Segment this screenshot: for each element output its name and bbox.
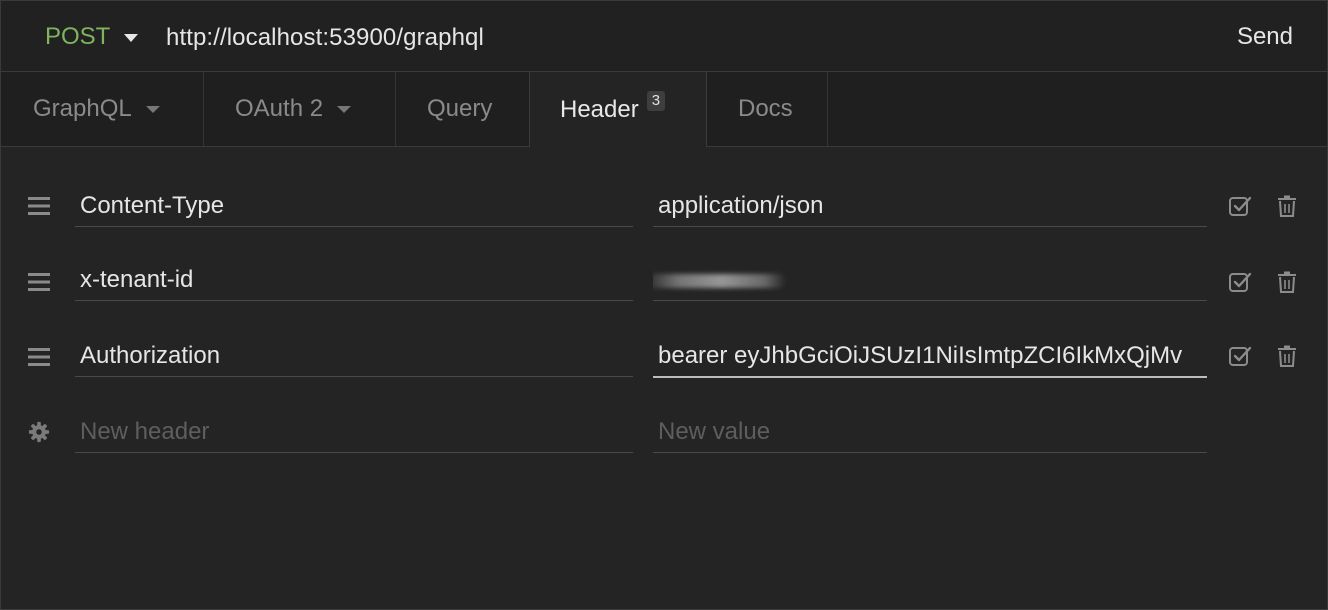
header-value-text: application/json — [658, 192, 824, 219]
request-tabs: GraphQL OAuth 2 Query Header 3 Docs — [1, 72, 1327, 147]
header-name-text: x-tenant-id — [80, 266, 194, 293]
gear-icon — [28, 421, 50, 443]
header-name-field[interactable]: Authorization — [75, 336, 633, 377]
method-label: POST — [45, 23, 111, 50]
tab-label: Header — [560, 95, 639, 123]
tab-divider — [203, 72, 204, 146]
chevron-down-icon — [337, 105, 352, 113]
redacted-value — [653, 273, 786, 288]
header-row: Content-Type application/json — [1, 163, 1327, 238]
header-value-field[interactable]: application/json — [653, 186, 1207, 227]
tab-divider — [395, 72, 396, 146]
tab-query[interactable]: Query — [427, 72, 492, 146]
request-panel: POST http://localhost:53900/graphql Send… — [0, 0, 1328, 610]
header-count-badge: 3 — [646, 90, 666, 111]
checkbox-checked-icon[interactable] — [1228, 194, 1252, 218]
drag-handle-icon[interactable] — [28, 348, 50, 366]
trash-icon[interactable] — [1275, 194, 1299, 218]
tab-header[interactable]: Header 3 — [529, 72, 707, 147]
url-bar: POST http://localhost:53900/graphql Send — [1, 1, 1327, 72]
new-header-row: New header New value — [1, 389, 1327, 464]
drag-handle-icon[interactable] — [28, 273, 50, 291]
tab-oauth2[interactable]: OAuth 2 — [235, 72, 352, 146]
new-header-value-input[interactable]: New value — [653, 412, 1207, 453]
tab-divider — [827, 72, 828, 146]
checkbox-checked-icon[interactable] — [1228, 344, 1252, 368]
tab-docs[interactable]: Docs — [738, 72, 793, 146]
header-name-text: Content-Type — [80, 192, 225, 219]
checkbox-checked-icon[interactable] — [1228, 270, 1252, 294]
header-value-field[interactable]: bearer eyJhbGciOiJSUzI1NiIsImtpZCI6IkMxQ… — [653, 336, 1207, 378]
chevron-down-icon — [124, 34, 139, 42]
header-row: x-tenant-id — [1, 237, 1327, 312]
method-selector[interactable]: POST — [45, 23, 139, 51]
tab-label: GraphQL — [33, 95, 132, 122]
drag-handle-icon[interactable] — [28, 197, 50, 215]
trash-icon[interactable] — [1275, 344, 1299, 368]
send-button[interactable]: Send — [1237, 23, 1293, 51]
placeholder-text: New value — [658, 418, 771, 445]
header-name-field[interactable]: x-tenant-id — [75, 260, 633, 301]
header-row: Authorization bearer eyJhbGciOiJSUzI1NiI… — [1, 313, 1327, 388]
url-input[interactable]: http://localhost:53900/graphql — [166, 24, 484, 52]
placeholder-text: New header — [80, 418, 210, 445]
tab-label: OAuth 2 — [235, 95, 324, 122]
header-value-text: bearer eyJhbGciOiJSUzI1NiIsImtpZCI6IkMxQ… — [658, 342, 1183, 369]
tab-label: Query — [427, 95, 493, 122]
header-value-field[interactable] — [653, 260, 1207, 301]
header-name-field[interactable]: Content-Type — [75, 186, 633, 227]
trash-icon[interactable] — [1275, 270, 1299, 294]
tab-graphql[interactable]: GraphQL — [33, 72, 160, 146]
header-name-text: Authorization — [80, 342, 221, 369]
tab-label: Docs — [738, 95, 793, 122]
new-header-name-input[interactable]: New header — [75, 412, 633, 453]
chevron-down-icon — [145, 105, 160, 113]
